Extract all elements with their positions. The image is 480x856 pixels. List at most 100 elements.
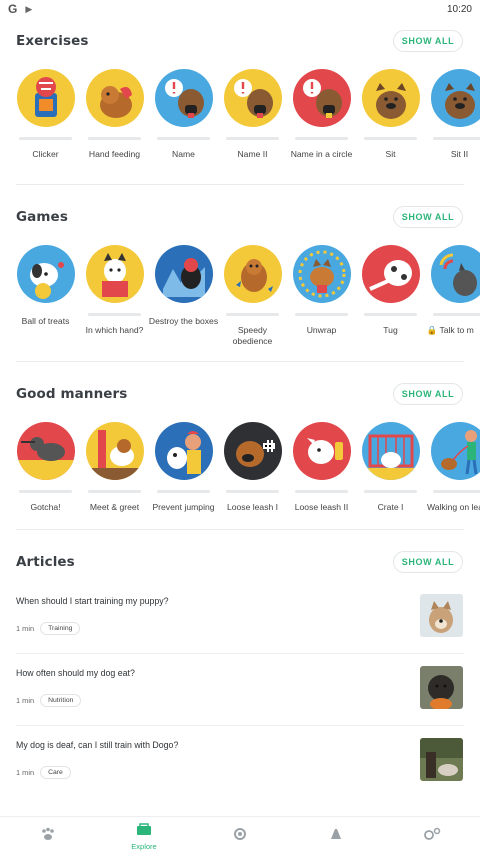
- tile-prevent-jumping[interactable]: Prevent jumping: [152, 422, 215, 513]
- progress-bar: [364, 137, 417, 140]
- section-title: Games: [16, 209, 68, 225]
- progress-bar: [226, 313, 279, 316]
- progress-bar: [295, 313, 348, 316]
- tile-speedy-obedience[interactable]: Speedy obedience: [223, 245, 282, 347]
- tile-unwrap[interactable]: Unwrap: [292, 245, 351, 347]
- destroy-the-boxes-icon: [154, 245, 213, 303]
- tile-loose-leash-i[interactable]: Loose leash I: [223, 422, 282, 513]
- tile-label: Name in a circle: [290, 149, 353, 159]
- progress-bar: [364, 313, 417, 316]
- whistle-icon: [329, 827, 343, 846]
- tile-name[interactable]: Name: [154, 69, 213, 160]
- progress-bar: [157, 490, 210, 493]
- talk-to-me-icon: [430, 245, 480, 303]
- tile-clicker[interactable]: Clicker: [16, 69, 75, 160]
- tile-label: Prevent jumping: [152, 502, 215, 512]
- tile-label-locked: 🔒 Talk to m: [425, 325, 480, 336]
- bottom-nav: Explore: [0, 816, 480, 856]
- loose-leash-ii-icon: [292, 422, 351, 480]
- article-tag: Nutrition: [40, 694, 82, 707]
- show-all-good-manners-button[interactable]: SHOW ALL: [393, 383, 463, 405]
- section-title: Exercises: [16, 33, 89, 49]
- section-exercises: Exercises SHOW ALL Clicker Hand feeding: [0, 21, 480, 160]
- article-item[interactable]: When should I start training my puppy? 1…: [0, 582, 480, 653]
- tile-name-in-a-circle[interactable]: Name in a circle: [291, 69, 352, 160]
- article-tag: Care: [40, 766, 71, 779]
- article-meta: 1 min Nutrition: [16, 694, 82, 707]
- tile-hand-feeding[interactable]: Hand feeding: [85, 69, 144, 160]
- show-all-articles-button[interactable]: SHOW ALL: [393, 551, 463, 573]
- article-item[interactable]: My dog is deaf, can I still train with D…: [0, 726, 480, 797]
- explore-content[interactable]: Exercises SHOW ALL Clicker Hand feeding: [0, 18, 480, 816]
- nav-clicker[interactable]: [192, 817, 288, 856]
- tile-label: Loose leash II: [294, 502, 349, 512]
- article-title: How often should my dog eat?: [16, 668, 135, 678]
- article-item[interactable]: How often should my dog eat? 1 min Nutri…: [0, 654, 480, 725]
- sit-ii-icon: [430, 69, 480, 127]
- article-read-time: 1 min: [16, 768, 35, 777]
- show-all-exercises-button[interactable]: SHOW ALL: [393, 30, 463, 52]
- tile-sit-ii[interactable]: Sit II: [430, 69, 480, 160]
- article-meta: 1 min Training: [16, 622, 81, 635]
- show-all-games-button[interactable]: SHOW ALL: [393, 206, 463, 228]
- name-ii-icon: [223, 69, 282, 127]
- play-store-icon: ▶: [25, 3, 33, 14]
- tile-label: Speedy obedience: [232, 325, 273, 346]
- progress-bar: [88, 313, 141, 316]
- tile-label: Gotcha!: [30, 502, 61, 512]
- section-divider: [16, 529, 464, 530]
- gotcha-icon: [16, 422, 75, 480]
- tile-name-ii[interactable]: Name II: [223, 69, 282, 160]
- tile-label: Tug: [383, 325, 398, 335]
- exercises-row[interactable]: Clicker Hand feeding Name Name II Name i…: [16, 69, 480, 160]
- tile-ball-of-treats[interactable]: Ball of treats: [16, 245, 75, 347]
- section-title: Good manners: [16, 386, 128, 402]
- tile-gotcha[interactable]: Gotcha!: [16, 422, 75, 513]
- tile-destroy-the-boxes[interactable]: Destroy the boxes: [149, 245, 218, 347]
- paw-icon: [40, 827, 56, 846]
- tile-tug[interactable]: Tug: [361, 245, 420, 347]
- article-thumbnail: [420, 666, 463, 709]
- prevent-jumping-icon: [154, 422, 213, 480]
- ball-of-treats-icon: [16, 245, 75, 303]
- nav-explore[interactable]: Explore: [96, 817, 192, 856]
- progress-bar: [364, 490, 417, 493]
- section-divider: [16, 184, 464, 185]
- good-manners-row[interactable]: Gotcha! Meet & greet Prevent jumping Loo…: [16, 422, 480, 513]
- nav-home[interactable]: [0, 817, 96, 856]
- progress-bar: [433, 490, 480, 493]
- google-icon: G: [8, 2, 18, 16]
- tile-label: Destroy the boxes: [148, 316, 219, 326]
- nav-explore-label: Explore: [131, 842, 157, 851]
- progress-bar: [19, 490, 72, 493]
- nav-more[interactable]: [384, 817, 480, 856]
- speedy-obedience-icon: [223, 245, 282, 303]
- section-header: Games SHOW ALL: [16, 197, 480, 237]
- section-articles: Articles SHOW ALL: [0, 542, 480, 582]
- tile-label: Talk to m: [439, 325, 474, 335]
- crate-i-icon: [361, 422, 420, 480]
- sit-icon: [361, 69, 420, 127]
- tile-in-which-hand[interactable]: In which hand?: [85, 245, 144, 347]
- nav-whistle[interactable]: [288, 817, 384, 856]
- clicker-icon: [233, 827, 247, 846]
- hand-feeding-icon: [85, 69, 144, 127]
- tile-sit[interactable]: Sit: [361, 69, 420, 160]
- name-in-a-circle-icon: [292, 69, 351, 127]
- article-thumbnail: [420, 594, 463, 637]
- article-title: When should I start training my puppy?: [16, 596, 169, 606]
- tile-crate-i[interactable]: Crate I: [361, 422, 420, 513]
- games-row[interactable]: Ball of treats In which hand? Destroy th…: [16, 245, 480, 347]
- tile-talk-to-me[interactable]: 🔒 Talk to m: [427, 245, 480, 347]
- progress-bar: [88, 490, 141, 493]
- unwrap-icon: [292, 245, 351, 303]
- tile-meet-and-greet[interactable]: Meet & greet: [85, 422, 144, 513]
- clicker-icon: [16, 69, 75, 127]
- section-header: Articles SHOW ALL: [16, 542, 480, 582]
- tile-loose-leash-ii[interactable]: Loose leash II: [292, 422, 351, 513]
- article-read-time: 1 min: [16, 624, 35, 633]
- progress-bar: [295, 137, 348, 140]
- tile-label: Name: [172, 149, 195, 159]
- tile-label: Ball of treats: [21, 316, 70, 326]
- tile-walking-on-leash[interactable]: Walking on leash: [427, 422, 480, 513]
